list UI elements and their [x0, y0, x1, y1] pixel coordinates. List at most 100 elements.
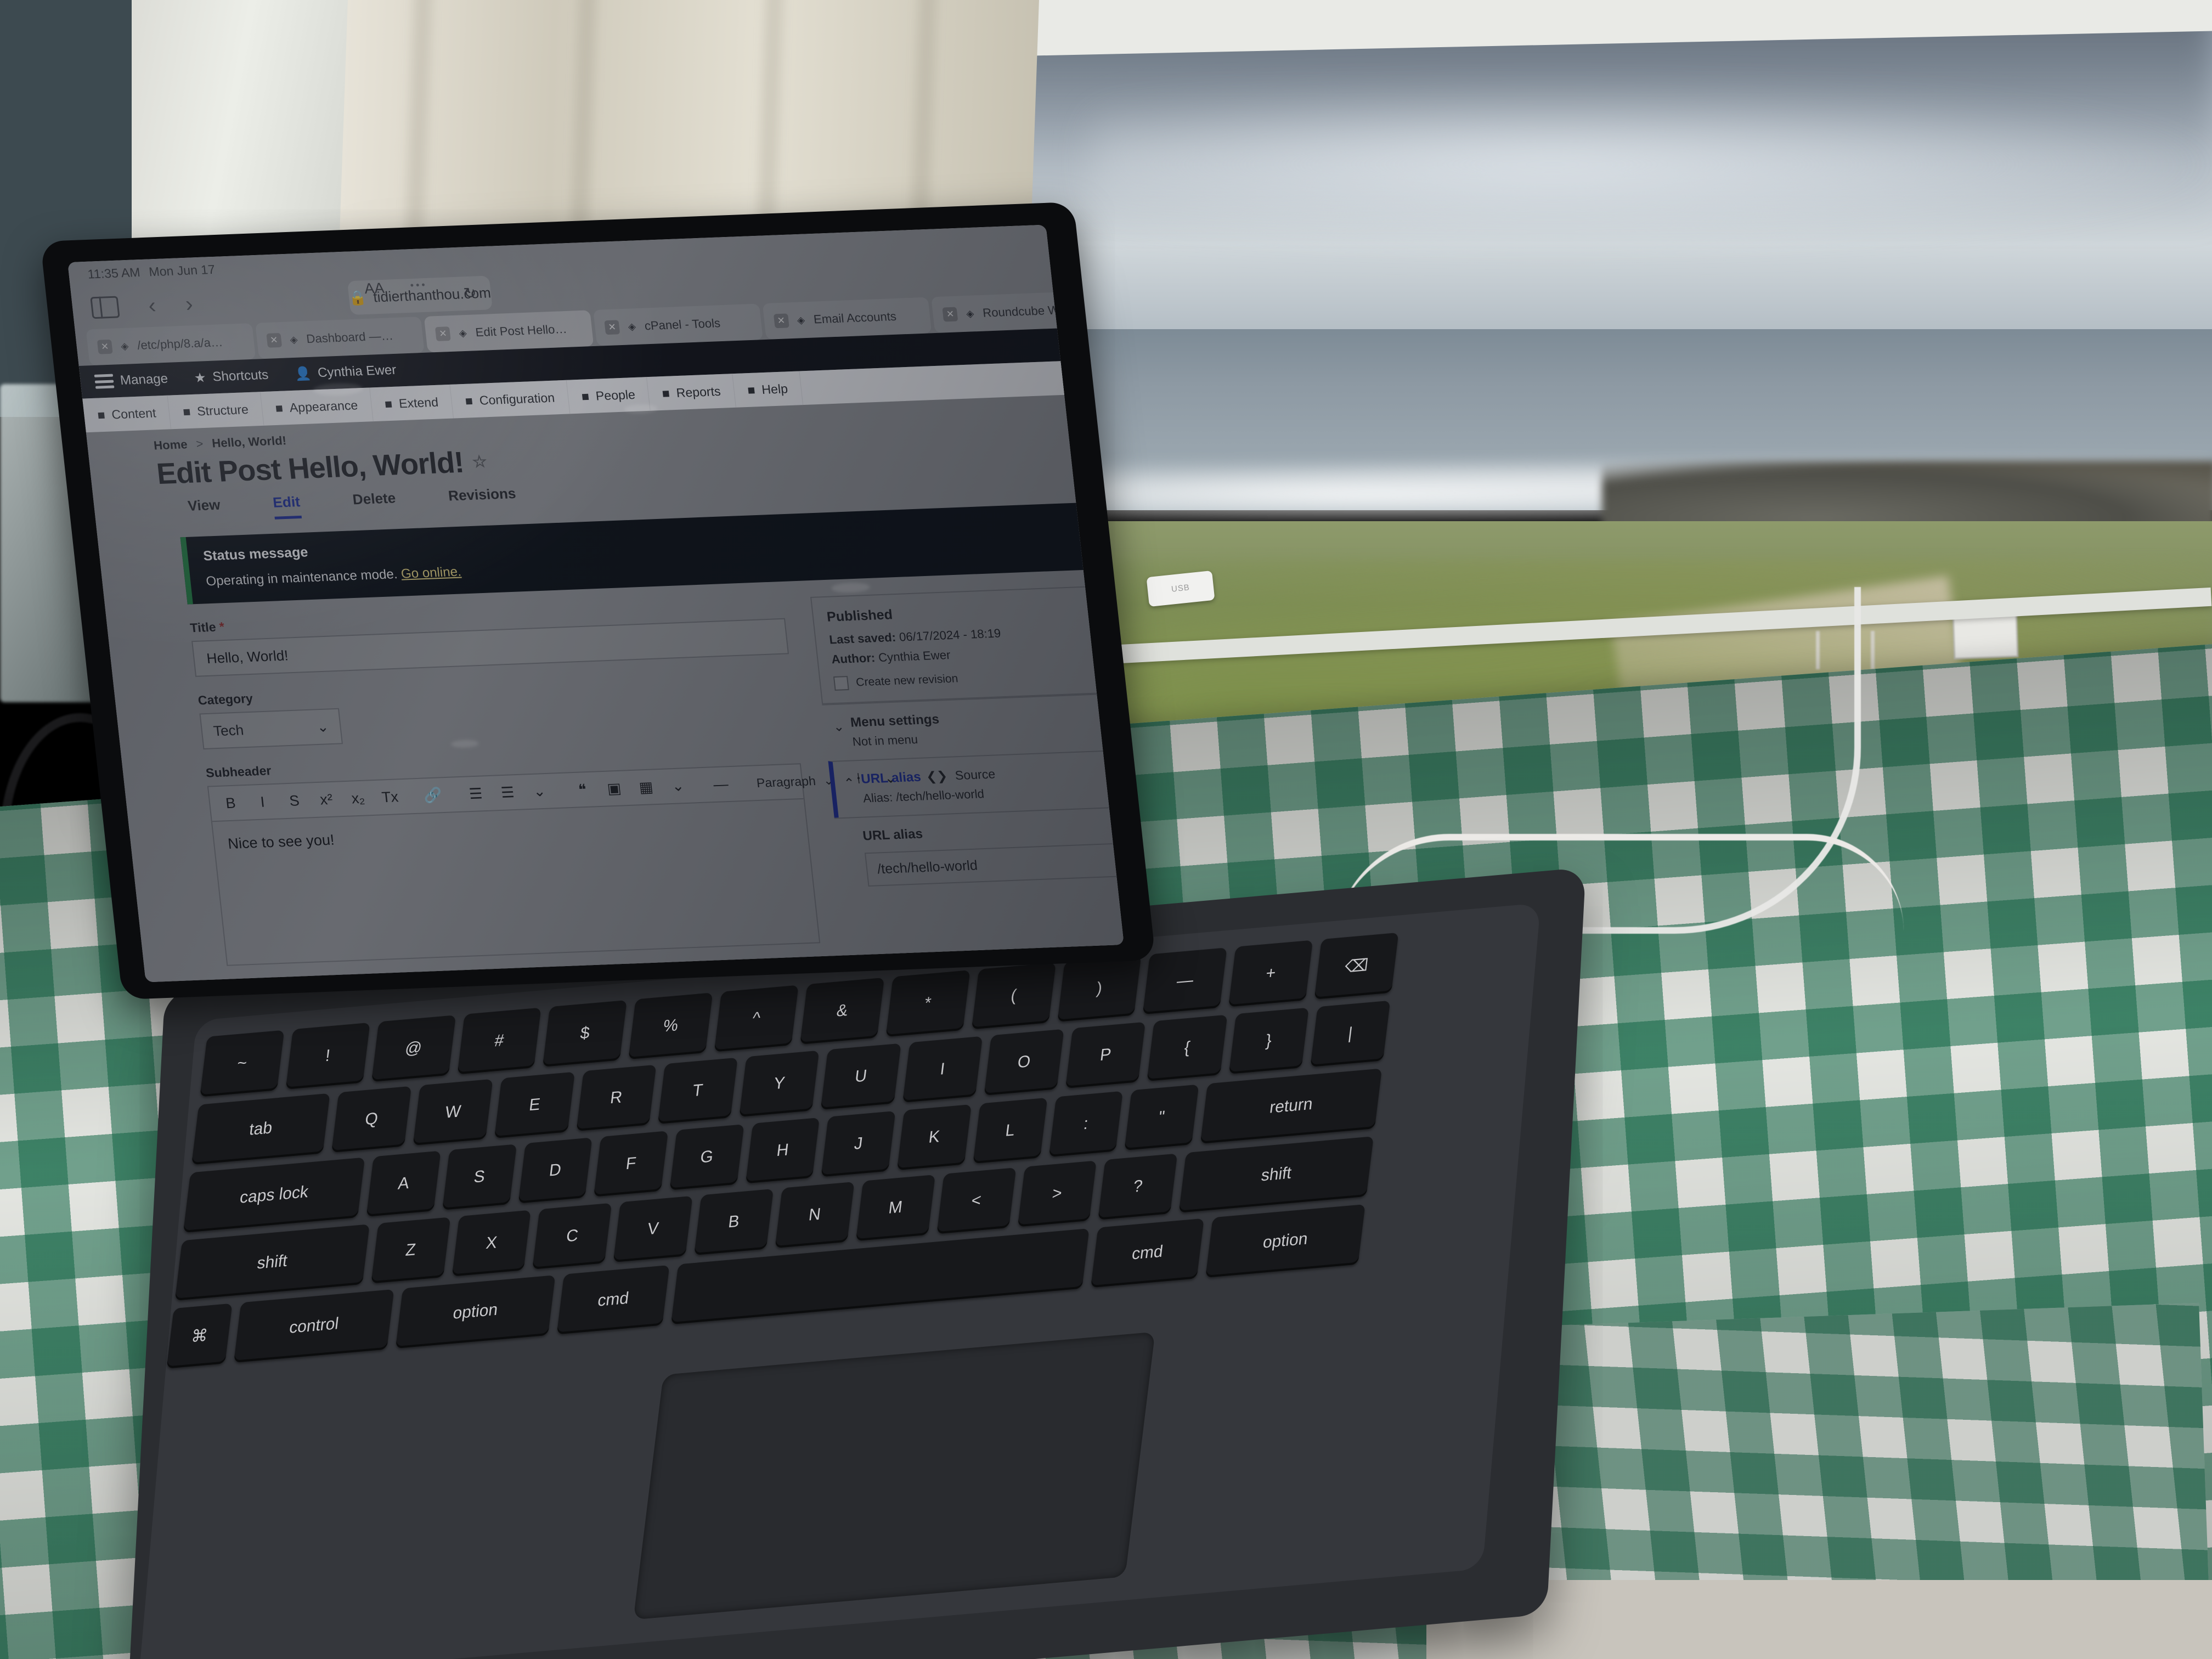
sidebar-icon[interactable] [90, 296, 120, 319]
key-E[interactable]: E [494, 1071, 575, 1138]
chevron-down-icon[interactable]: ⌄ [832, 719, 845, 735]
node-tab-revisions[interactable]: Revisions [448, 485, 518, 512]
key->[interactable]: > [1017, 1160, 1097, 1227]
toolbar-manage[interactable]: Manage [94, 371, 168, 390]
key-?[interactable]: ? [1098, 1153, 1178, 1220]
key-O[interactable]: O [984, 1029, 1064, 1096]
table-options-chevron-icon[interactable]: ⌄ [662, 773, 694, 799]
close-icon[interactable]: ✕ [97, 339, 113, 354]
key-⌘[interactable]: ⌘ [166, 1303, 233, 1369]
key-"[interactable]: " [1124, 1084, 1199, 1150]
ckeditor[interactable]: B I Sx² x₂ Tx 🔗 ☰ ☰ ⌄ ❝ ▣ ▦ ⌄ — Paragraph ⌄ ⍿ ⌄ ❮❯ Source N… [207, 763, 996, 966]
close-icon[interactable]: ✕ [266, 332, 282, 348]
ipad-screen[interactable]: 11:35 AM Mon Jun 17 ◐ ■□ ‹ › AA ••• 🔒 ti… [67, 224, 1124, 983]
key-J[interactable]: J [821, 1111, 896, 1177]
key-option[interactable]: option [1205, 1204, 1365, 1278]
text-size-button[interactable]: AA [364, 280, 385, 297]
key-%[interactable]: % [628, 992, 713, 1060]
key-tab[interactable]: tab [191, 1093, 330, 1165]
reload-icon[interactable]: ↻ [462, 284, 477, 302]
key-R[interactable]: R [576, 1064, 657, 1131]
key-⌫[interactable]: ⌫ [1314, 932, 1399, 1000]
key-K[interactable]: K [897, 1104, 972, 1171]
url-alias-accordion[interactable]: ⌃ URL alias Alias: /tech/hello-world [828, 749, 1124, 818]
insert-image-icon[interactable]: ▣ [598, 775, 630, 802]
toolbar-user[interactable]: 👤 Cynthia Ewer [294, 362, 397, 382]
browser-tab[interactable]: ✕ ◈ /etc/php/8.a/a… [86, 323, 256, 366]
key-P[interactable]: P [1065, 1022, 1146, 1088]
key-^[interactable]: ^ [714, 985, 799, 1052]
key-{[interactable]: { [1147, 1014, 1227, 1081]
key-Z[interactable]: Z [371, 1217, 450, 1284]
admin-menu-item-reports[interactable]: ■ Reports [647, 374, 736, 411]
admin-menu-item-appearance[interactable]: ■ Appearance [260, 387, 374, 426]
link-icon[interactable]: 🔗 [417, 782, 449, 809]
key-$[interactable]: $ [543, 1000, 628, 1067]
trackpad[interactable] [633, 1331, 1155, 1620]
browser-tab[interactable]: ✕ ◈ Edit Post Hello… [424, 310, 594, 353]
category-select[interactable]: Tech ⌄ [199, 708, 343, 750]
star-outline-icon[interactable]: ☆ [471, 452, 488, 472]
key-Y[interactable]: Y [739, 1050, 820, 1117]
chevron-up-icon[interactable]: ⌃ [843, 775, 856, 792]
key-I[interactable]: I [902, 1036, 983, 1103]
breadcrumb-home[interactable]: Home [153, 437, 188, 453]
key-@[interactable]: @ [371, 1015, 456, 1082]
key-H[interactable]: H [745, 1118, 820, 1184]
editor-body[interactable]: Nice to see you! [212, 799, 819, 965]
key-X[interactable]: X [452, 1210, 532, 1277]
admin-menu-item-people[interactable]: ■ People [566, 377, 651, 414]
address-bar[interactable]: AA ••• 🔒 tidierthanthou.com ↻ [347, 275, 493, 315]
numbered-list-icon[interactable]: ☰ [492, 780, 524, 806]
create-revision-checkbox[interactable] [833, 676, 849, 691]
key-![interactable]: ! [285, 1022, 370, 1090]
key-G[interactable]: G [669, 1124, 744, 1190]
key-Q[interactable]: Q [331, 1086, 412, 1153]
italic-icon[interactable]: I [246, 789, 279, 815]
forward-icon[interactable]: › [184, 292, 194, 316]
close-icon[interactable]: ✕ [773, 313, 789, 329]
key-~[interactable]: ~ [200, 1030, 285, 1097]
subscript-icon[interactable]: x₂ [342, 785, 374, 811]
browser-tab[interactable]: ✕ ◈ Dashboard —… [255, 317, 425, 359]
superscript-icon[interactable]: x² [310, 786, 342, 812]
strikethrough-icon[interactable]: S [278, 788, 311, 814]
close-icon[interactable]: ✕ [604, 320, 620, 335]
key-shift[interactable]: shift [174, 1224, 370, 1301]
screen-content[interactable]: 11:35 AM Mon Jun 17 ◐ ■□ ‹ › AA ••• 🔒 ti… [67, 224, 1124, 983]
blockquote-icon[interactable]: ❝ [566, 776, 599, 803]
key-)[interactable]: ) [1057, 955, 1142, 1022]
insert-table-icon[interactable]: ▦ [630, 774, 662, 800]
key-T[interactable]: T [657, 1057, 738, 1124]
node-tab-delete[interactable]: Delete [352, 489, 397, 516]
admin-menu-item-configuration[interactable]: ■ Configuration [450, 380, 571, 419]
key-return[interactable]: return [1200, 1068, 1383, 1144]
bulleted-list-icon[interactable]: ☰ [460, 781, 492, 807]
url-alias-input[interactable]: /tech/hello-world [864, 842, 1124, 887]
key-control[interactable]: control [234, 1289, 394, 1363]
key-*[interactable]: * [885, 970, 970, 1037]
key-cmd[interactable]: cmd [556, 1265, 670, 1335]
key-option[interactable]: option [395, 1275, 556, 1349]
key-shift[interactable]: shift [1178, 1136, 1374, 1213]
key-|[interactable]: | [1310, 1000, 1391, 1067]
remove-format-icon[interactable]: Tx [374, 784, 406, 810]
node-tab-view[interactable]: View [187, 496, 222, 523]
horizontal-rule-icon[interactable]: — [704, 771, 737, 798]
admin-menu-item-help[interactable]: ■ Help [732, 371, 804, 408]
key-C[interactable]: C [532, 1203, 612, 1269]
key-+[interactable]: + [1228, 940, 1313, 1007]
key-B[interactable]: B [694, 1188, 774, 1256]
key-}[interactable]: } [1228, 1007, 1309, 1074]
close-icon[interactable]: ✕ [435, 326, 452, 341]
bold-icon[interactable]: B [215, 790, 247, 816]
admin-menu-item-structure[interactable]: ■ Structure [167, 392, 264, 430]
go-online-link[interactable]: Go online. [400, 565, 462, 582]
key-F[interactable]: F [594, 1131, 668, 1197]
menu-settings-accordion[interactable]: ⌄ Menu settings Not in menu [822, 692, 1124, 761]
list-options-chevron-icon[interactable]: ⌄ [523, 778, 556, 804]
node-tab-edit[interactable]: Edit [272, 493, 302, 520]
key-#[interactable]: # [457, 1007, 541, 1075]
hamburger-icon[interactable] [94, 374, 115, 389]
key-W[interactable]: W [413, 1079, 493, 1146]
